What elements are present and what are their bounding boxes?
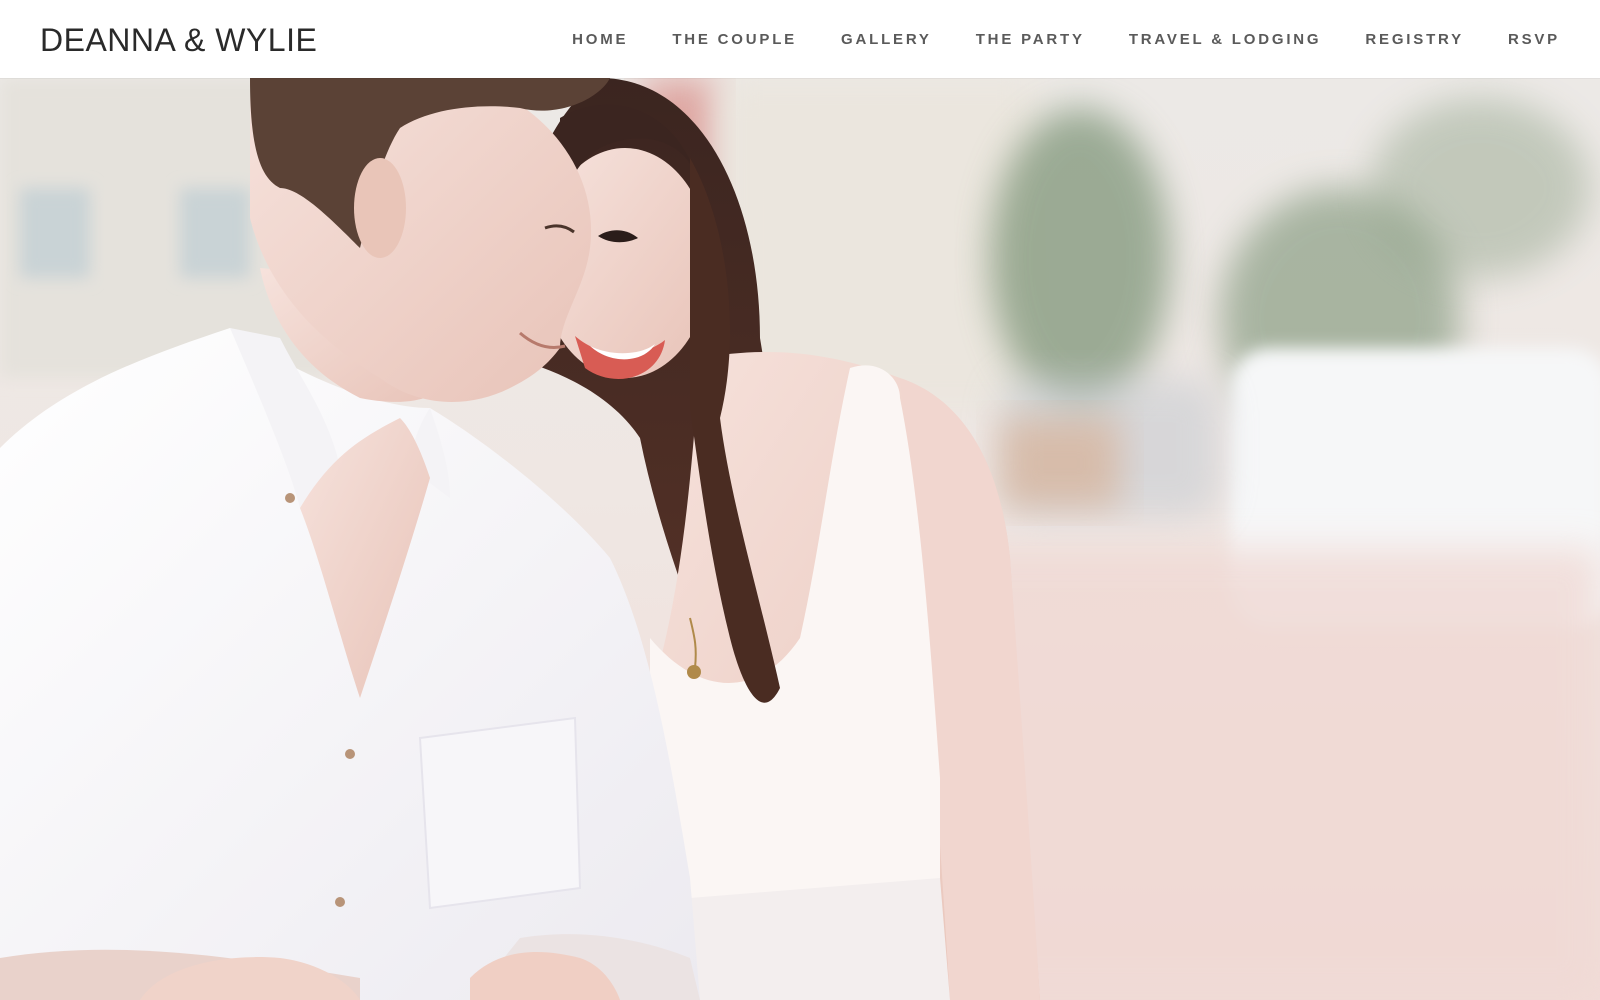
site-header: DEANNA & WYLIE HOME THE COUPLE GALLERY T…	[0, 0, 1600, 78]
site-title-link[interactable]: DEANNA & WYLIE	[40, 24, 317, 56]
nav-gallery[interactable]: GALLERY	[841, 31, 932, 48]
nav-the-couple[interactable]: THE COUPLE	[672, 31, 797, 48]
nav-rsvp[interactable]: RSVP	[1508, 31, 1560, 48]
nav-registry[interactable]: REGISTRY	[1365, 31, 1464, 48]
nav-the-party[interactable]: THE PARTY	[976, 31, 1085, 48]
nav-travel-lodging[interactable]: TRAVEL & LODGING	[1129, 31, 1322, 48]
couple-photo-illustration	[0, 78, 1600, 1000]
nav-home[interactable]: HOME	[572, 31, 628, 48]
main-nav: HOME THE COUPLE GALLERY THE PARTY TRAVEL…	[572, 31, 1560, 48]
hero-photo	[0, 78, 1600, 1000]
